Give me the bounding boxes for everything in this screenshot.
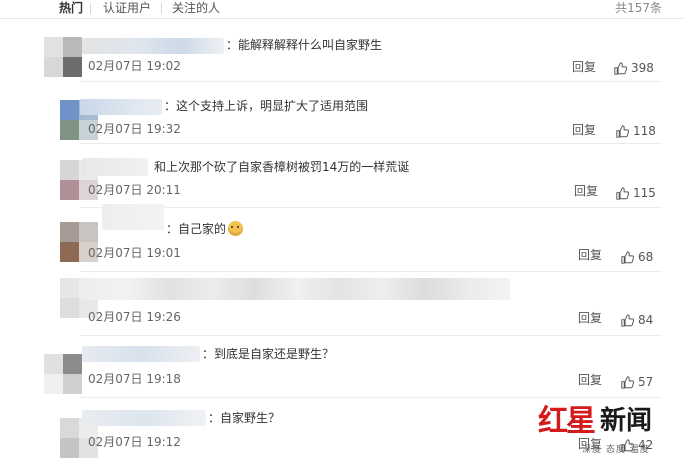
reply-button[interactable]: 回复: [578, 310, 602, 326]
watermark-logo-red: 红星: [538, 404, 596, 439]
like-count: 118: [633, 124, 656, 138]
comment-time: 02月07日 19:02: [88, 59, 181, 73]
avatar[interactable]: [44, 354, 82, 394]
username-blurred[interactable]: [82, 38, 224, 54]
comment-text: ：自家野生？: [208, 411, 281, 425]
avatar[interactable]: [44, 37, 82, 77]
reply-button[interactable]: 回复: [578, 372, 602, 388]
like-button[interactable]: 84: [621, 312, 653, 328]
thumbs-up-icon: [616, 186, 629, 200]
comment-total-count: 共157条: [615, 1, 662, 15]
tab-verified-users[interactable]: 认证用户: [103, 1, 151, 15]
tab-following[interactable]: 关注的人: [172, 1, 220, 15]
like-button[interactable]: 68: [621, 249, 653, 265]
comment-item: 02月07日 19:26 回复 84: [0, 272, 683, 336]
like-button[interactable]: 398: [614, 60, 654, 76]
comment-item: ：能解释解释什么叫自家野生 02月07日 19:02 回复 398: [0, 19, 683, 82]
like-count: 115: [633, 186, 656, 200]
like-button[interactable]: 118: [616, 123, 656, 139]
comment-text: ：到底是自家还是野生？: [202, 347, 335, 361]
like-count: 84: [638, 313, 654, 327]
tab-hot[interactable]: 热门: [59, 1, 83, 15]
comment-item: ：这个支持上诉，明显扩大了适用范围 02月07日 19:32 回复 118: [0, 82, 683, 144]
reply-button[interactable]: 回复: [572, 59, 596, 75]
watermark-slogan: 深度 态度 温度: [582, 445, 650, 455]
comment-item: ：自己家的 02月07日 19:01 回复 68: [0, 204, 683, 272]
like-count: 68: [638, 250, 654, 264]
username-blurred[interactable]: [82, 158, 148, 176]
comment-time: 02月07日 19:01: [88, 246, 181, 260]
comment-text: ：能解释解释什么叫自家野生: [226, 38, 383, 52]
tab-separator: [90, 3, 91, 14]
like-count: 57: [638, 375, 654, 389]
comment-time: 02月07日 20:11: [88, 183, 181, 197]
comment-time: 02月07日 19:26: [88, 310, 181, 324]
thumbs-up-icon: [621, 250, 634, 264]
reply-button[interactable]: 回复: [572, 122, 596, 138]
comment-header: 热门 认证用户 关注的人 共157条: [0, 0, 683, 19]
thumbs-up-icon: [614, 61, 627, 75]
thumbs-up-icon: [616, 124, 629, 138]
comment-time: 02月07日 19:12: [88, 435, 181, 449]
comment-text: ：自己家的: [166, 221, 244, 237]
comment-time: 02月07日 19:18: [88, 372, 181, 386]
comment-text: 和上次那个砍了自家香樟树被罚14万的一样荒诞: [154, 160, 410, 174]
comment-time: 02月07日 19:32: [88, 122, 181, 136]
thumbs-up-icon: [621, 375, 634, 389]
red-star-news-watermark: 红星 新闻 深度 态度 温度: [538, 396, 678, 464]
reply-button[interactable]: 回复: [578, 247, 602, 263]
watermark-logo-black: 新闻: [600, 406, 653, 436]
username-blurred[interactable]: [82, 346, 200, 362]
reply-button[interactable]: 回复: [574, 183, 598, 199]
username-blurred[interactable]: [80, 99, 162, 115]
thumbs-up-icon: [621, 313, 634, 327]
like-button[interactable]: 57: [621, 374, 653, 390]
like-button[interactable]: 115: [616, 185, 656, 201]
username-blurred[interactable]: [82, 410, 206, 426]
doge-emoji-icon: [228, 221, 244, 236]
comment-item: 和上次那个砍了自家香樟树被罚14万的一样荒诞 02月07日 20:11 回复 1…: [0, 144, 683, 208]
comment-text: ：这个支持上诉，明显扩大了适用范围: [164, 99, 369, 113]
tab-separator: [161, 3, 162, 14]
comment-item: ：到底是自家还是野生？ 02月07日 19:18 回复 57: [0, 336, 683, 398]
username-blurred[interactable]: [102, 204, 164, 230]
like-count: 398: [631, 61, 654, 75]
comment-text-blurred: [84, 278, 510, 300]
